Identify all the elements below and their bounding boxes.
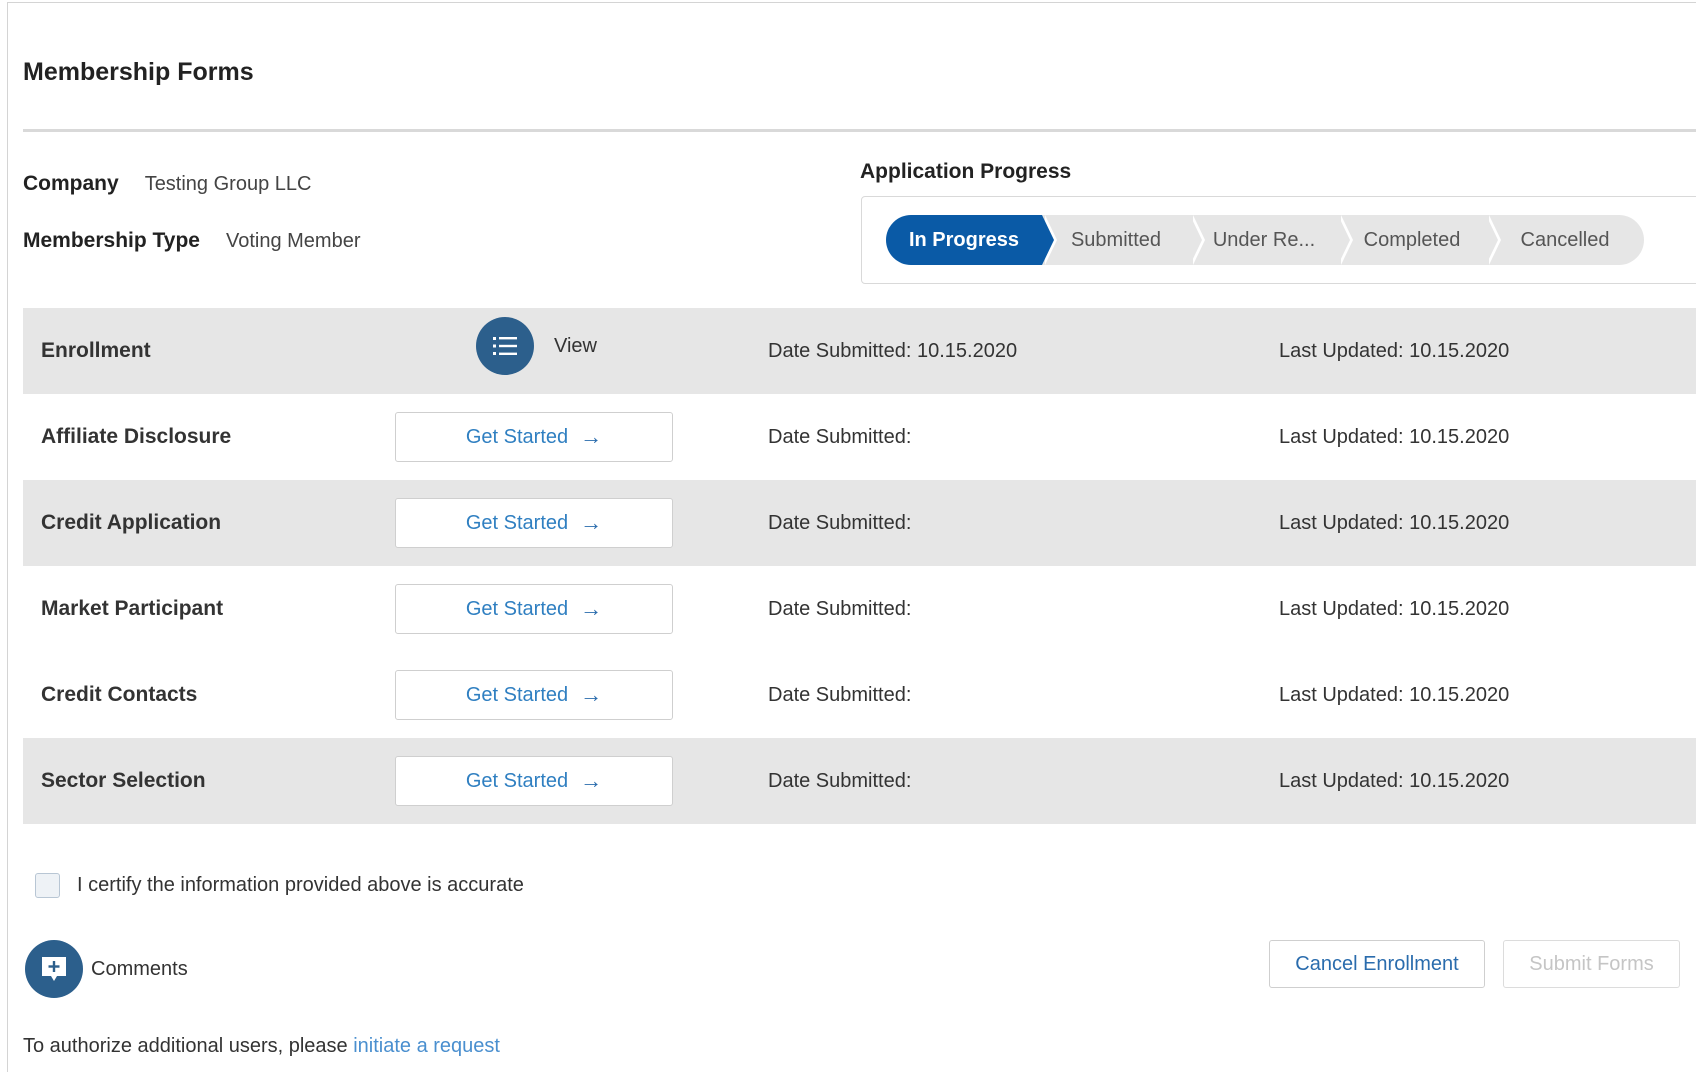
list-icon[interactable] [476, 317, 534, 375]
date-submitted: Date Submitted: 10.15.2020 [768, 339, 1018, 362]
last-updated: Last Updated: 10.15.2020 [1279, 683, 1510, 706]
form-name: Affiliate Disclosure [41, 425, 232, 448]
last-updated: Last Updated: 10.15.2020 [1279, 425, 1510, 448]
membership-type-value: Voting Member [225, 230, 361, 252]
get-started-button[interactable]: Get Started → [395, 670, 673, 720]
table-row: Credit Application Get Started → Date Su… [23, 480, 1696, 566]
date-submitted: Date Submitted: [768, 597, 912, 620]
last-updated: Last Updated: 10.15.2020 [1279, 511, 1510, 534]
arrow-right-icon: → [580, 768, 603, 793]
page-title: Membership Forms [23, 58, 254, 86]
certify-label[interactable]: I certify the information provided above… [77, 874, 524, 897]
date-submitted: Date Submitted: [768, 683, 912, 706]
initiate-request-link[interactable]: initiate a request [353, 1035, 500, 1057]
form-name: Credit Contacts [41, 683, 198, 706]
get-started-button[interactable]: Get Started → [395, 756, 673, 806]
progress-step-completed: Completed [1338, 215, 1501, 265]
date-submitted: Date Submitted: [768, 425, 912, 448]
table-row: Sector Selection Get Started → Date Subm… [23, 738, 1696, 824]
table-row: Market Participant Get Started → Date Su… [23, 566, 1696, 652]
company-info: Company Testing Group LLC [23, 172, 311, 196]
footer-text: To authorize additional users, please [23, 1035, 354, 1057]
get-started-button[interactable]: Get Started → [395, 412, 673, 462]
arrow-right-icon: → [580, 682, 603, 707]
get-started-button[interactable]: Get Started → [395, 584, 673, 634]
progress-stepper: In Progress Submitted Under Re... Comple… [886, 215, 1644, 265]
forms-table: Enrollment View Date Submitted: 10.15.20… [23, 308, 1696, 824]
date-submitted: Date Submitted: [768, 511, 912, 534]
certify-checkbox[interactable] [35, 873, 60, 898]
last-updated: Last Updated: 10.15.2020 [1279, 769, 1510, 792]
cancel-enrollment-button[interactable]: Cancel Enrollment [1269, 940, 1485, 988]
company-value: Testing Group LLC [144, 173, 312, 195]
arrow-right-icon: → [580, 596, 603, 621]
progress-step-under-review: Under Re... [1190, 215, 1353, 265]
form-name: Credit Application [41, 511, 222, 534]
submit-forms-button[interactable]: Submit Forms [1503, 940, 1680, 988]
table-row: Credit Contacts Get Started → Date Submi… [23, 652, 1696, 738]
header-divider [23, 129, 1696, 132]
view-label[interactable]: View [554, 335, 597, 358]
table-row: Enrollment View Date Submitted: 10.15.20… [23, 308, 1696, 394]
form-name: Enrollment [41, 339, 151, 362]
membership-type-info: Membership Type Voting Member [23, 229, 361, 253]
table-row: Affiliate Disclosure Get Started → Date … [23, 394, 1696, 480]
add-comment-icon[interactable] [25, 940, 83, 998]
certify-row: I certify the information provided above… [35, 873, 524, 898]
authorize-users-note: To authorize additional users, please in… [23, 1035, 500, 1058]
company-label: Company [23, 172, 119, 195]
comments-label[interactable]: Comments [91, 958, 188, 981]
application-progress-title: Application Progress [860, 160, 1072, 183]
membership-type-label: Membership Type [23, 229, 200, 252]
progress-step-submitted: Submitted [1042, 215, 1205, 265]
date-submitted: Date Submitted: [768, 769, 912, 792]
form-name: Market Participant [41, 597, 224, 620]
get-started-button[interactable]: Get Started → [395, 498, 673, 548]
view-button[interactable]: View [476, 317, 597, 375]
arrow-right-icon: → [580, 424, 603, 449]
progress-step-in-progress: In Progress [886, 215, 1057, 265]
comments-toggle[interactable]: Comments [25, 940, 188, 998]
last-updated: Last Updated: 10.15.2020 [1279, 597, 1510, 620]
form-name: Sector Selection [41, 769, 206, 792]
progress-step-cancelled: Cancelled [1486, 215, 1644, 265]
arrow-right-icon: → [580, 510, 603, 535]
last-updated: Last Updated: 10.15.2020 [1279, 339, 1510, 362]
